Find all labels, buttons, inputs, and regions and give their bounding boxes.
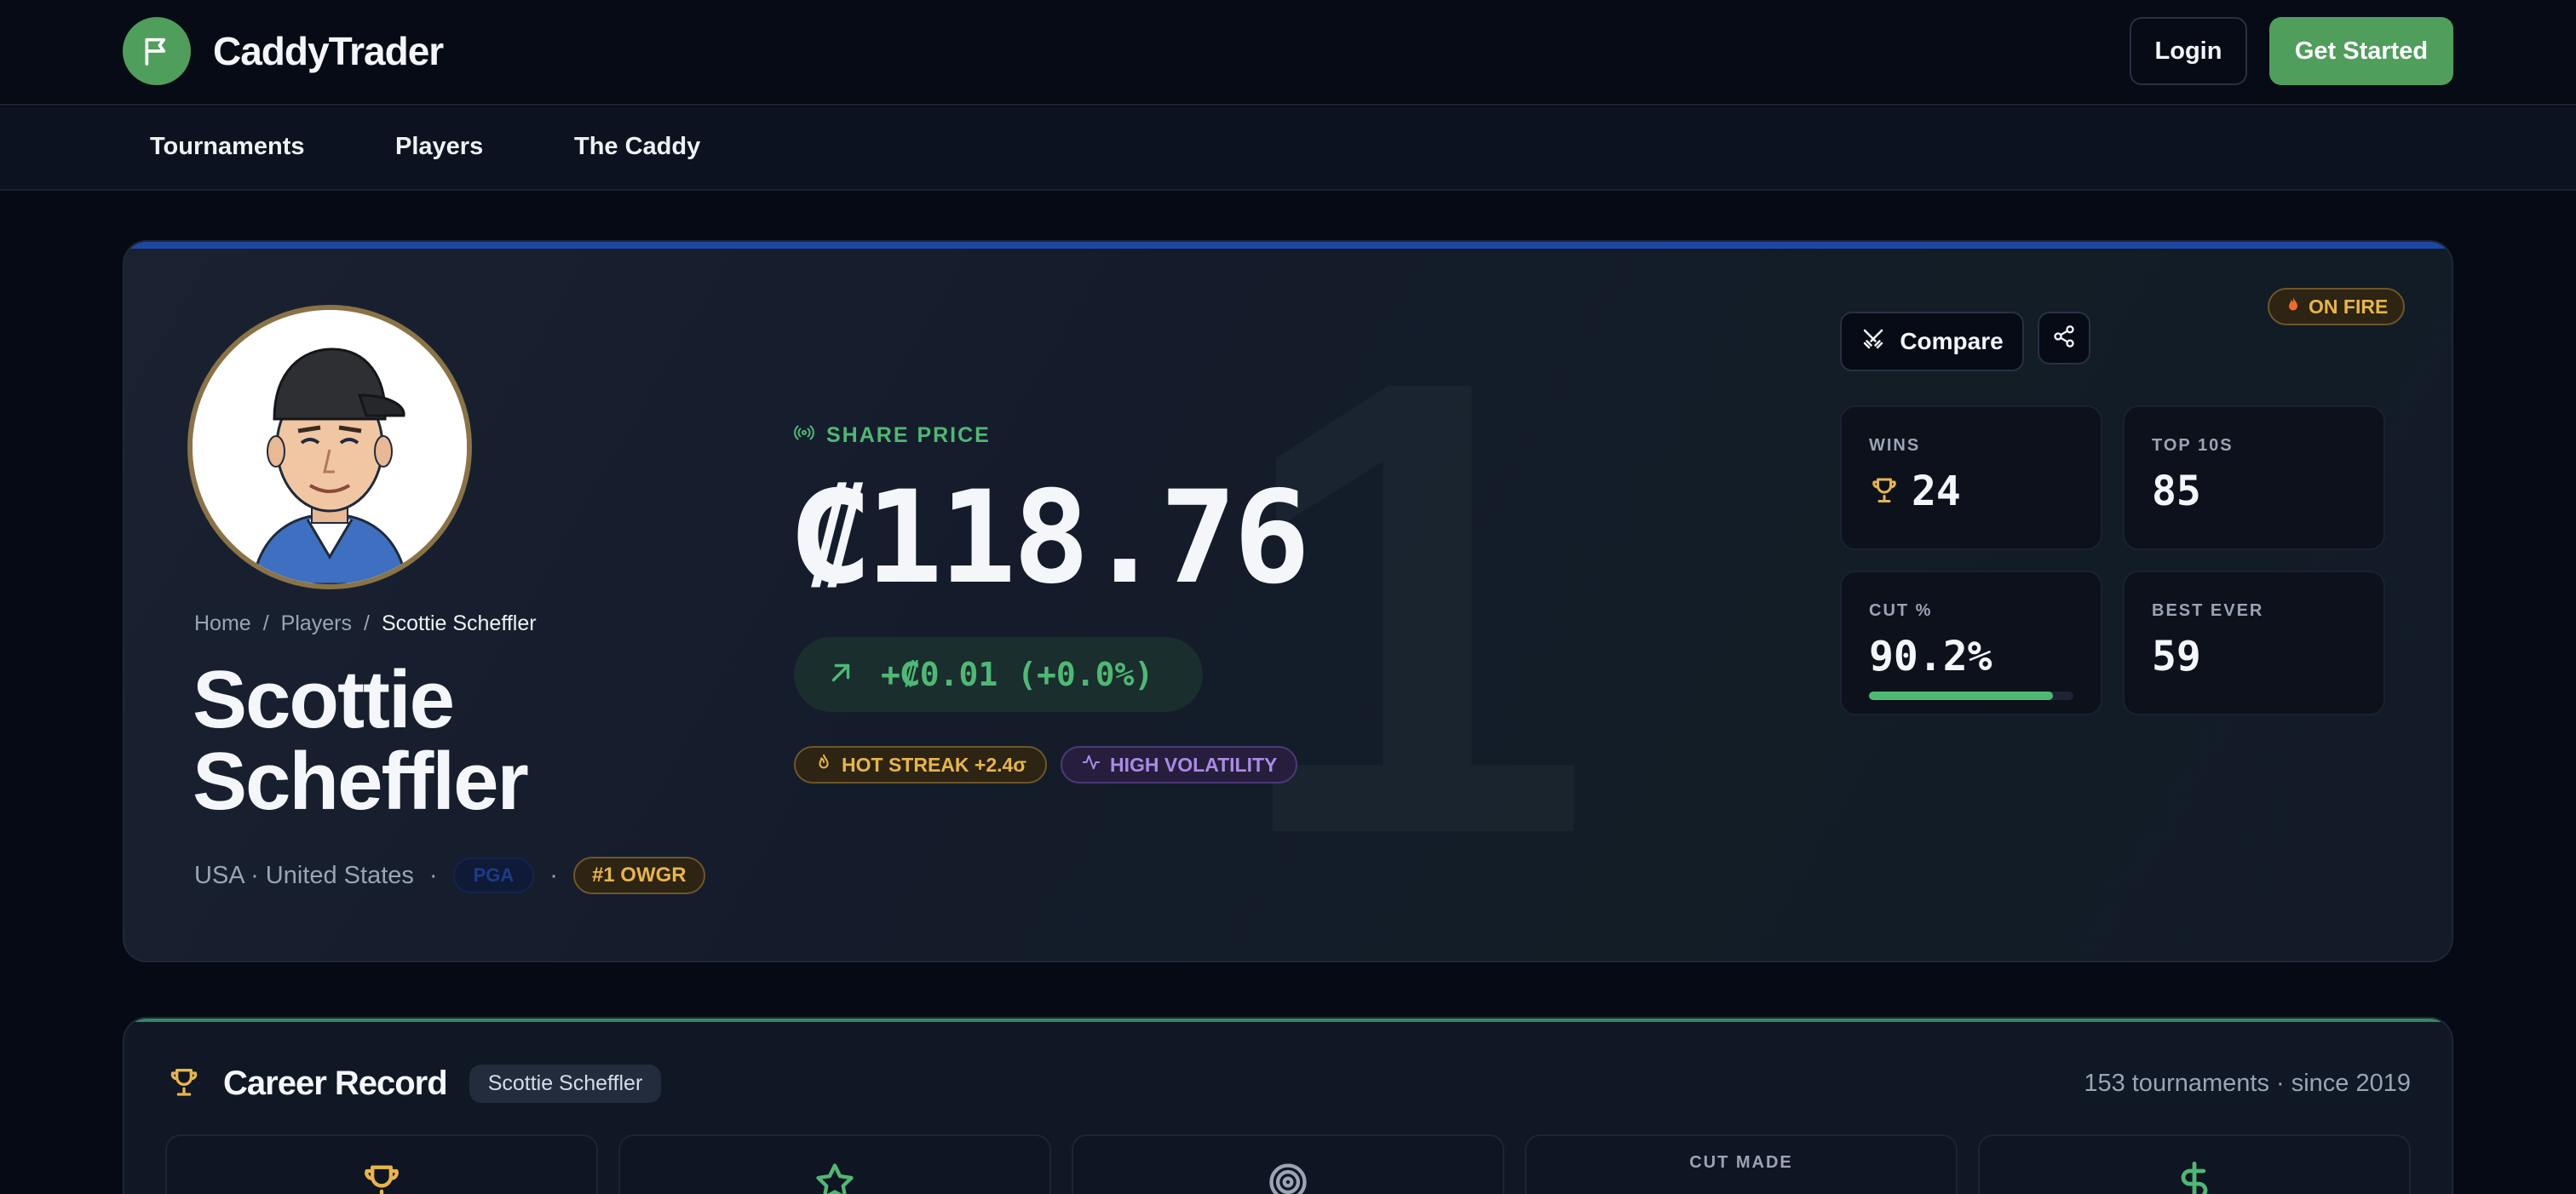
career-accent-line [124,1019,2452,1022]
breadcrumb-current: Scottie Scheffler [381,611,537,635]
breadcrumb-players[interactable]: Players [281,611,352,636]
stat-wins-value-row: 24 [1869,468,2073,515]
nav-item-tournaments[interactable]: Tournaments [150,133,305,161]
stat-best-ever: BEST EVER 59 [2123,571,2385,715]
flame-icon [814,753,833,777]
career-card-earnings [1978,1134,2411,1194]
stat-cut-pct-label: CUT % [1869,601,1933,620]
career-record-card: Career Record Scottie Scheffler 153 tour… [123,1017,2453,1194]
share-price-label: SHARE PRICE [794,422,991,449]
cut-pct-progress-fill [1869,692,2054,700]
breadcrumb: Home / Players / Scottie Scheffler [194,611,537,636]
career-player-chip: Scottie Scheffler [469,1065,662,1103]
career-card-cut-made-label: CUT MADE [1689,1153,1793,1172]
volatility-badge: HIGH VOLATILITY [1061,746,1298,784]
player-meta: USA · United States · PGA · #1 OWGR [194,857,705,894]
career-card-target [1072,1134,1504,1194]
trophy-icon [359,1160,404,1194]
volatility-text: HIGH VOLATILITY [1110,753,1278,776]
player-avatar [187,305,472,589]
stat-best-ever-label: BEST EVER [2152,601,2264,620]
price-change-text: +₡0.01 (+0.0%) [881,656,1154,693]
career-card-cut-made: CUT MADE [1525,1134,1958,1194]
career-card-wins [165,1134,598,1194]
status-badges: HOT STREAK +2.4σ HIGH VOLATILITY [794,746,1298,784]
stat-wins: WINS 24 [1840,405,2102,550]
stat-cut-pct: CUT % 90.2% [1840,571,2102,715]
fire-icon [2285,295,2302,319]
player-name: Scottie Scheffler [193,654,529,827]
cut-pct-progress-bar [1869,692,2073,700]
nav-bar: Tournaments Players The Caddy [0,107,2576,191]
login-button[interactable]: Login [2130,17,2247,85]
logo-text: CaddyTrader [213,29,444,73]
breadcrumb-separator: / [262,611,269,635]
activity-icon [1081,753,1101,777]
career-title: Career Record [223,1065,448,1102]
stat-top10s-label: TOP 10S [2152,436,2234,455]
breadcrumb-separator: / [364,611,370,635]
player-hero-card: 1 Home / Play [123,240,2453,962]
star-icon [813,1160,857,1194]
hot-streak-badge: HOT STREAK +2.4σ [794,746,1048,784]
hot-streak-text: HOT STREAK +2.4σ [842,753,1027,776]
trophy-icon [1869,468,1900,515]
career-header: Career Record Scottie Scheffler [167,1065,662,1103]
stat-wins-value: 24 [1912,468,1961,515]
career-summary: 153 tournaments · since 2019 [2084,1070,2411,1097]
owgr-badge: #1 OWGR [572,857,705,894]
share-icon [2052,324,2076,353]
compare-button[interactable]: Compare [1840,312,2024,371]
share-button[interactable] [2038,312,2090,365]
compare-label: Compare [1900,328,2004,354]
target-icon [1266,1160,1310,1194]
get-started-button[interactable]: Get Started [2269,17,2453,85]
nav-item-the-caddy[interactable]: The Caddy [574,133,700,161]
stat-wins-label: WINS [1869,436,1921,455]
career-card-top-finishes [618,1134,1051,1194]
crossed-swords-icon [1860,326,1886,358]
stat-top10s: TOP 10S 85 [2123,405,2385,550]
share-price-value: ₡118.76 [792,464,1310,612]
logo[interactable]: CaddyTrader [123,17,444,85]
arrow-up-right-icon [826,658,855,692]
trophy-icon [167,1065,201,1103]
stat-best-ever-value: 59 [2152,633,2201,680]
share-price-label-text: SHARE PRICE [826,423,991,447]
stat-cut-pct-value: 90.2% [1869,633,1992,680]
breadcrumb-home[interactable]: Home [194,611,251,636]
top-bar: CaddyTrader Login Get Started [0,0,2576,106]
meta-separator: · [428,861,438,889]
on-fire-badge: ON FIRE [2268,288,2406,325]
nav-item-players[interactable]: Players [395,133,483,161]
flag-icon [123,17,191,85]
price-change-pill: +₡0.01 (+0.0%) [794,637,1203,712]
stat-top10s-value: 85 [2152,468,2201,515]
player-country: USA · United States [194,861,414,889]
tour-badge: PGA [452,858,535,893]
meta-separator: · [549,861,558,889]
on-fire-text: ON FIRE [2309,295,2389,318]
broadcast-icon [794,422,814,449]
dollar-icon [2172,1160,2217,1194]
